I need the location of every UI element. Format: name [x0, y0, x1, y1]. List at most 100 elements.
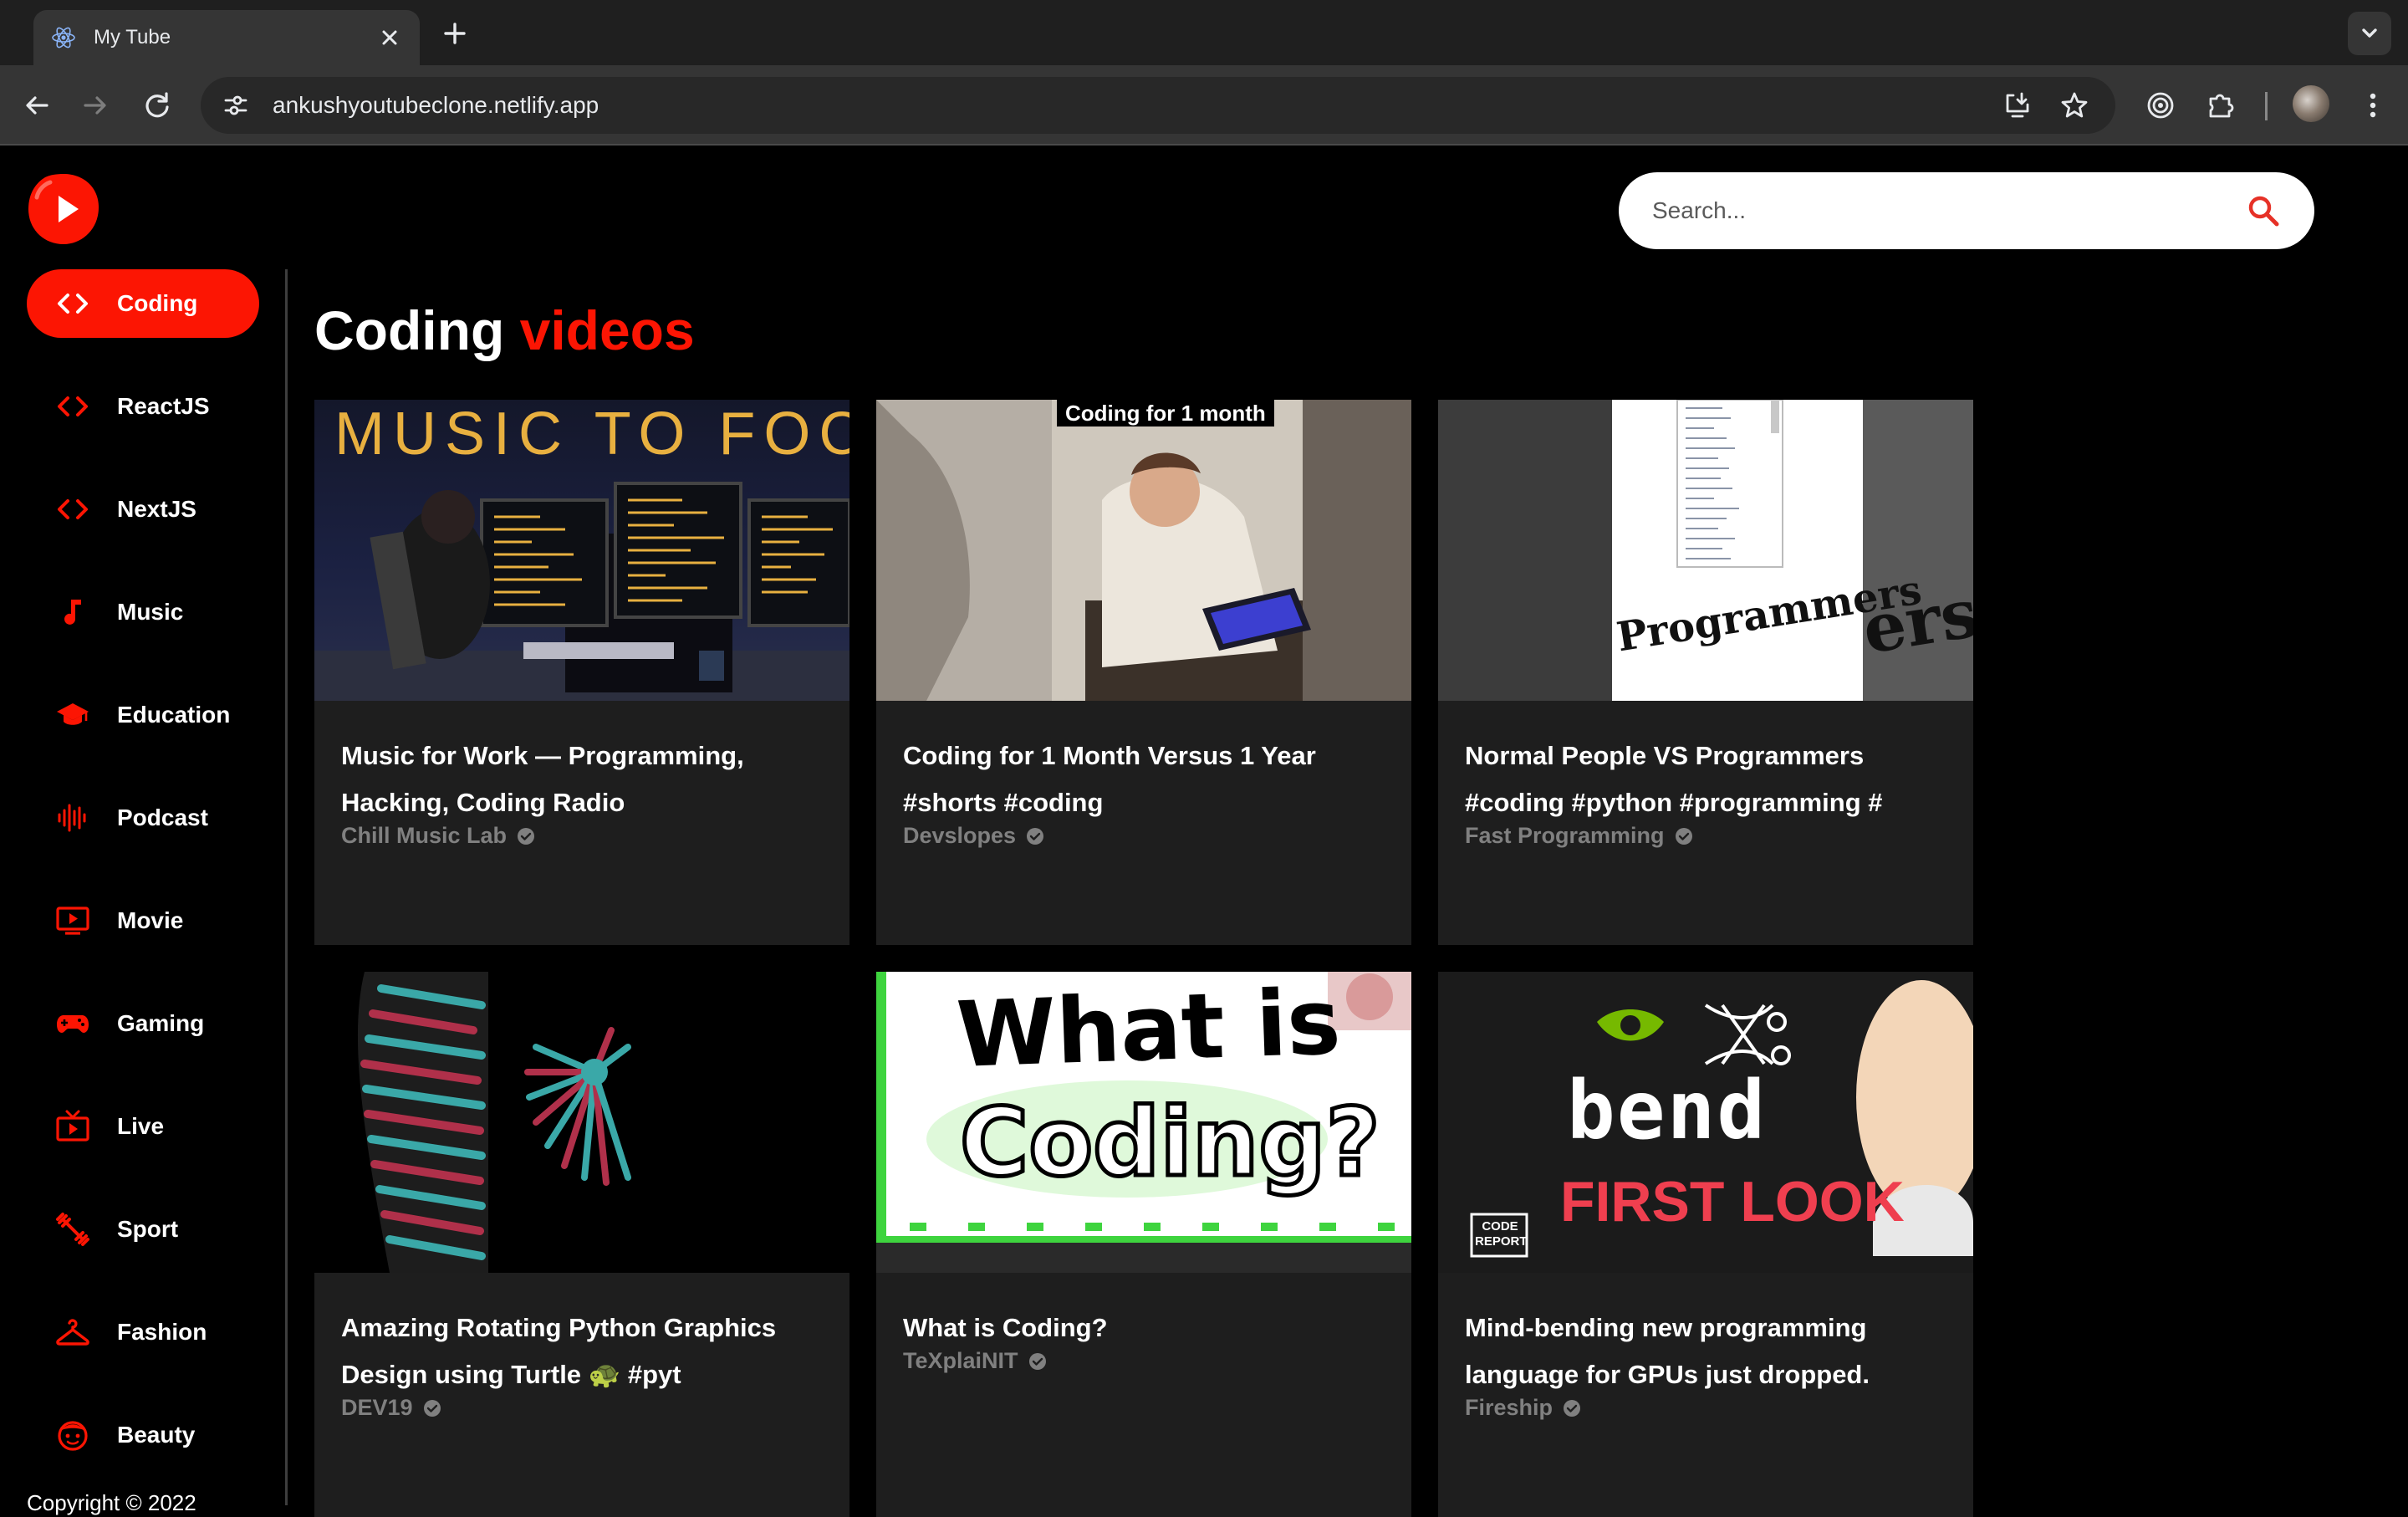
extensions-puzzle-icon[interactable]: [2201, 85, 2241, 125]
profile-avatar[interactable]: [2293, 85, 2329, 122]
channel-name: Fireship: [1465, 1395, 1553, 1420]
video-thumbnail[interactable]: Programmers ers: [1438, 400, 1973, 701]
sidebar-item-nextjs[interactable]: NextJS: [27, 475, 259, 544]
page-title: Coding videos: [314, 303, 2388, 358]
code-icon: [55, 492, 90, 527]
install-app-icon[interactable]: [2002, 89, 2033, 121]
video-card[interactable]: What is Coding? What is Coding? TeXplaiN…: [876, 972, 1411, 1517]
browser-toolbar: ankushyoutubeclone.netlify.app: [0, 65, 2408, 146]
sidebar-item-education[interactable]: Education: [27, 681, 259, 749]
copyright-text: Copyright © 2022: [27, 1490, 196, 1515]
kebab-menu-icon[interactable]: [2353, 85, 2393, 125]
channel-name: Devslopes: [903, 823, 1017, 848]
sidebar-item-label: Movie: [117, 907, 184, 933]
sidebar-item-movie[interactable]: Movie: [27, 886, 259, 955]
live-tv-icon: [55, 1109, 90, 1144]
video-thumbnail[interactable]: bend FIRST LOOK CODE REPORT: [1438, 972, 1973, 1273]
video-card[interactable]: bend FIRST LOOK CODE REPORT Mind-bending…: [1438, 972, 1973, 1517]
sidebar-item-label: Sport: [117, 1216, 179, 1242]
browser-tab[interactable]: My Tube: [33, 10, 420, 65]
verified-check-icon: [1675, 827, 1693, 845]
video-title[interactable]: Amazing Rotating Python Graphics Design …: [341, 1305, 823, 1398]
video-card[interactable]: MUSIC TO FOCU: [314, 400, 849, 945]
sidebar-item-beauty[interactable]: Beauty: [27, 1401, 259, 1469]
thumbnail-caption: Coding for 1 month: [1057, 400, 1274, 426]
tab-title: My Tube: [94, 26, 171, 49]
channel-name: Chill Music Lab: [341, 823, 508, 848]
forward-arrow-icon[interactable]: [75, 85, 115, 125]
toolbar-divider: [2265, 92, 2268, 120]
sidebar-item-fashion[interactable]: Fashion: [27, 1298, 259, 1366]
verified-check-icon: [1563, 1399, 1581, 1417]
sidebar-item-label: Live: [117, 1113, 165, 1139]
channel-link[interactable]: Devslopes: [903, 823, 1385, 849]
video-thumbnail[interactable]: MUSIC TO FOCU: [314, 400, 849, 701]
verified-check-icon: [423, 1399, 441, 1417]
sidebar-item-live[interactable]: Live: [27, 1092, 259, 1161]
url-text[interactable]: ankushyoutubeclone.netlify.app: [273, 92, 2002, 119]
channel-name: Fast Programming: [1465, 823, 1665, 848]
video-title[interactable]: Normal People VS Programmers #coding #py…: [1465, 733, 1946, 826]
sidebar-item-podcast[interactable]: Podcast: [27, 784, 259, 852]
extension-target-icon[interactable]: [2140, 85, 2181, 125]
search-input[interactable]: [1652, 197, 2246, 224]
sidebar-item-music[interactable]: Music: [27, 578, 259, 646]
verified-check-icon: [517, 827, 535, 845]
sidebar-item-reactjs[interactable]: ReactJS: [27, 372, 259, 441]
ondemand-video-icon: [55, 903, 90, 938]
video-title[interactable]: Music for Work — Programming, Hacking, C…: [341, 733, 823, 826]
video-thumbnail[interactable]: [314, 972, 849, 1273]
sidebar-item-gaming[interactable]: Gaming: [27, 989, 259, 1058]
channel-link[interactable]: DEV19: [341, 1395, 823, 1421]
search-icon[interactable]: [2246, 193, 2281, 228]
reload-icon[interactable]: [137, 85, 177, 125]
fitness-icon: [55, 1212, 90, 1247]
video-title[interactable]: Mind-bending new programming language fo…: [1465, 1305, 1946, 1398]
sidebar-item-label: Fashion: [117, 1319, 207, 1345]
sidebar-item-label: Beauty: [117, 1422, 196, 1448]
sidebar-item-label: Education: [117, 702, 231, 728]
video-title[interactable]: What is Coding?: [903, 1305, 1385, 1351]
close-icon[interactable]: [376, 24, 403, 51]
video-grid: MUSIC TO FOCU: [314, 400, 1973, 1517]
channel-link[interactable]: Fast Programming: [1465, 823, 1946, 849]
video-card[interactable]: Programmers ers Normal People VS Program…: [1438, 400, 1973, 945]
page-title-accent: videos: [519, 299, 695, 361]
thumbnail-text: FIRST LOOK: [1560, 1170, 1905, 1234]
react-atom-icon: [50, 24, 77, 51]
channel-name: TeXplaiNIT: [903, 1348, 1018, 1373]
new-tab-plus-icon[interactable]: [438, 17, 472, 50]
sidebar-item-sport[interactable]: Sport: [27, 1195, 259, 1264]
channel-name: DEV19: [341, 1395, 413, 1420]
channel-link[interactable]: TeXplaiNIT: [903, 1348, 1385, 1374]
verified-check-icon: [1028, 1352, 1047, 1371]
sidebar-item-label: ReactJS: [117, 393, 210, 419]
video-title[interactable]: Coding for 1 Month Versus 1 Year #shorts…: [903, 733, 1385, 826]
verified-check-icon: [1026, 827, 1044, 845]
thumbnail-text: Coding?: [958, 1087, 1383, 1200]
code-icon: [55, 389, 90, 424]
app-logo[interactable]: [25, 171, 102, 248]
code-icon: [55, 286, 90, 321]
app-root: Coding ReactJS NextJS Music Education: [0, 146, 2408, 1517]
channel-link[interactable]: Fireship: [1465, 1395, 1946, 1421]
sidebar-item-coding[interactable]: Coding: [27, 269, 259, 338]
video-card[interactable]: Coding for 1 month Coding for 1 Month Ve…: [876, 400, 1411, 945]
thumbnail-text-overflow: ers: [1857, 574, 1973, 669]
video-thumbnail[interactable]: What is Coding?: [876, 972, 1411, 1273]
tab-search-chevron-icon[interactable]: [2348, 12, 2391, 55]
video-thumbnail[interactable]: Coding for 1 month: [876, 400, 1411, 701]
address-bar[interactable]: ankushyoutubeclone.netlify.app: [201, 77, 2115, 134]
channel-link[interactable]: Chill Music Lab: [341, 823, 823, 849]
sidebar-item-label: Podcast: [117, 804, 208, 830]
sidebar-item-label: Gaming: [117, 1010, 205, 1036]
browser-tab-strip: My Tube: [0, 0, 2408, 65]
back-arrow-icon[interactable]: [17, 85, 57, 125]
sidebar-item-label: NextJS: [117, 496, 196, 522]
bookmark-star-icon[interactable]: [2059, 89, 2090, 121]
video-card[interactable]: Amazing Rotating Python Graphics Design …: [314, 972, 849, 1517]
face-icon: [55, 1417, 90, 1453]
search-bar: [1619, 172, 2314, 249]
graphic-eq-icon: [55, 800, 90, 835]
site-settings-tune-icon[interactable]: [221, 90, 251, 120]
